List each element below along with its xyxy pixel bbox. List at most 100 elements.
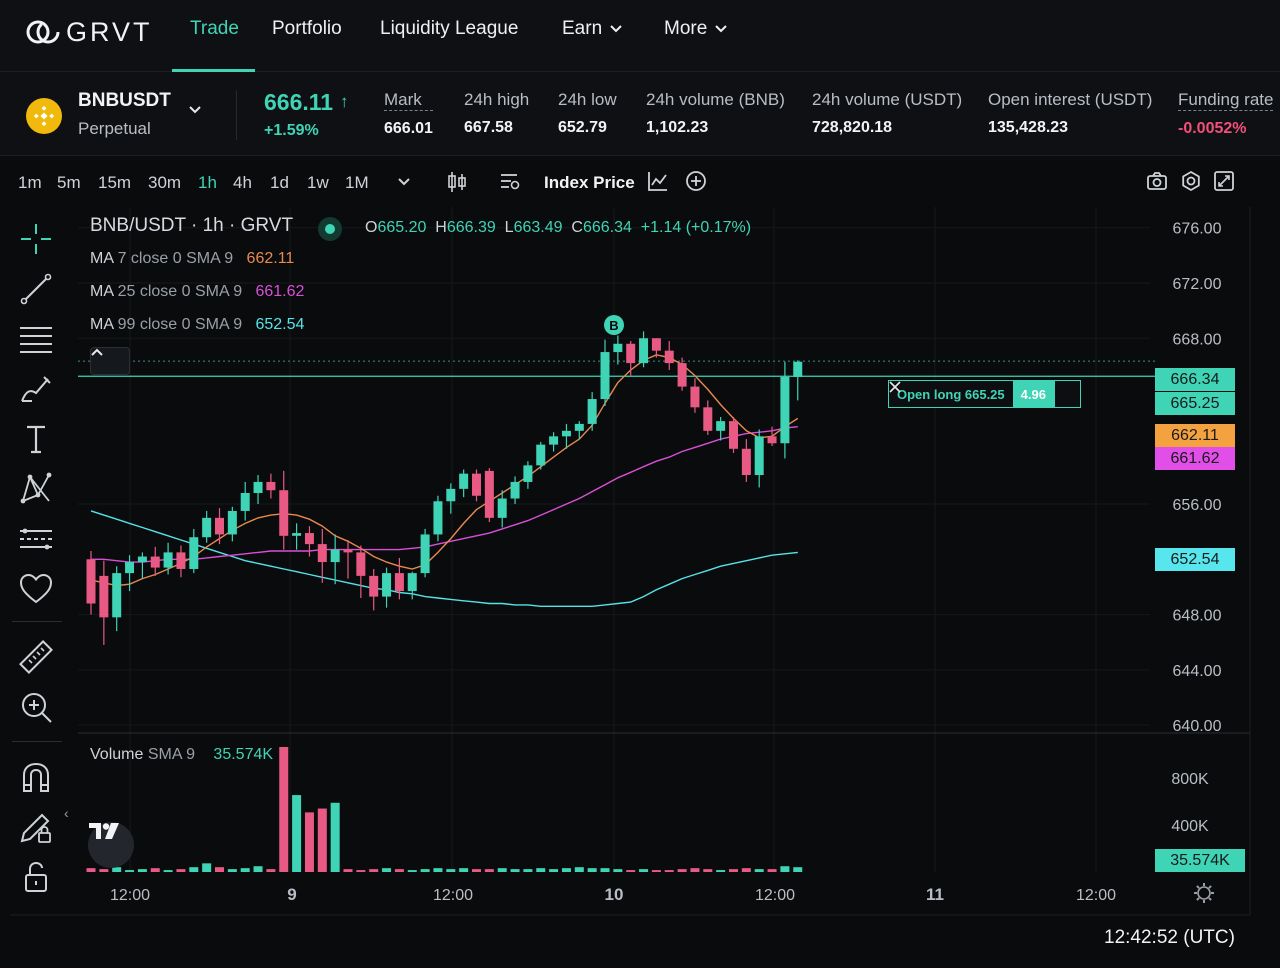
volume-bar bbox=[446, 869, 456, 872]
fullscreen-icon[interactable] bbox=[1213, 170, 1235, 192]
timeframe-1h[interactable]: 1h bbox=[198, 173, 217, 193]
candle-body bbox=[292, 533, 302, 536]
volume-bar bbox=[433, 868, 443, 872]
candle bbox=[536, 441, 546, 470]
candle bbox=[215, 508, 224, 545]
live-status-dot bbox=[318, 217, 342, 241]
index-price-button[interactable]: Index Price bbox=[544, 173, 635, 193]
candle-body bbox=[86, 559, 96, 604]
trend-line-icon[interactable] bbox=[18, 271, 54, 307]
candle-body bbox=[754, 436, 764, 476]
open-long-order-line[interactable]: Open long 665.25 4.96 bbox=[888, 380, 1081, 408]
horizontal-lines-icon[interactable] bbox=[18, 321, 54, 357]
volume-bar bbox=[356, 870, 366, 872]
nav-liquidity-league[interactable]: Liquidity League bbox=[380, 18, 518, 40]
timeframe-1d[interactable]: 1d bbox=[270, 173, 289, 193]
volume-bar bbox=[163, 870, 173, 872]
add-indicator-plus-icon[interactable] bbox=[685, 170, 707, 192]
stat-24h-volume-usdt: 24h volume (USDT) 728,820.18 bbox=[812, 90, 962, 137]
camera-icon[interactable] bbox=[1146, 170, 1168, 192]
gear-icon[interactable] bbox=[1180, 170, 1202, 192]
volume-bar bbox=[639, 869, 649, 872]
stat-24h-volume-bnb-label: 24h volume (BNB) bbox=[646, 90, 785, 109]
timeframe-30m[interactable]: 30m bbox=[148, 173, 181, 193]
collapse-legend-button[interactable] bbox=[90, 347, 130, 375]
stat-funding-rate-label[interactable]: Funding rate bbox=[1178, 90, 1274, 111]
close-order-icon[interactable] bbox=[889, 381, 1080, 407]
timeframe-15m[interactable]: 15m bbox=[98, 173, 131, 193]
ma25-legend[interactable]: MA 25 close 0 SMA 9 661.62 bbox=[90, 283, 304, 301]
top-navigation: GRVT Trade Portfolio Liquidity League Ea… bbox=[0, 0, 1280, 72]
unlock-icon[interactable] bbox=[18, 859, 54, 895]
axis-settings-gear-icon[interactable] bbox=[1194, 883, 1214, 903]
volume-bar bbox=[484, 869, 494, 872]
candle-body bbox=[240, 492, 250, 511]
timeframe-1m[interactable]: 1m bbox=[18, 173, 42, 193]
nav-earn[interactable]: Earn bbox=[562, 18, 622, 40]
candle-body bbox=[484, 470, 494, 518]
candle-body bbox=[549, 436, 559, 445]
volume-bar bbox=[497, 868, 507, 872]
candle-body bbox=[394, 573, 404, 592]
grvt-logo-icon bbox=[26, 20, 60, 44]
candlestick-type-icon[interactable] bbox=[447, 170, 467, 194]
symbol-dropdown-chevron-icon[interactable] bbox=[188, 105, 202, 115]
tradingview-logo[interactable] bbox=[88, 822, 134, 868]
nav-more[interactable]: More bbox=[664, 18, 728, 40]
candle-body bbox=[664, 350, 674, 364]
nav-trade[interactable]: Trade bbox=[190, 18, 239, 40]
heart-icon[interactable] bbox=[18, 571, 54, 607]
magnet-icon[interactable] bbox=[18, 759, 54, 795]
indicators-icon[interactable] bbox=[499, 170, 521, 192]
stat-24h-volume-usdt-label: 24h volume (USDT) bbox=[812, 90, 963, 109]
stat-mark-label[interactable]: Mark bbox=[384, 90, 433, 111]
crosshair-icon[interactable] bbox=[18, 221, 54, 257]
line-chart-icon[interactable] bbox=[647, 170, 669, 192]
stat-24h-high: 24h high 667.58 bbox=[464, 90, 529, 137]
text-tool-icon[interactable] bbox=[18, 421, 54, 457]
collapse-toolbar-arrow-icon[interactable]: ‹ bbox=[64, 805, 69, 821]
price-axis-label: 656.00 bbox=[1173, 497, 1222, 514]
zoom-in-icon[interactable] bbox=[18, 689, 54, 725]
ma7-legend[interactable]: MA 7 close 0 SMA 9 662.11 bbox=[90, 250, 294, 268]
brush-icon[interactable] bbox=[18, 371, 54, 407]
pattern-tool-icon[interactable] bbox=[18, 471, 54, 507]
timeframe-dropdown-chevron-icon[interactable] bbox=[397, 177, 411, 187]
candle bbox=[523, 461, 533, 489]
gear-ring bbox=[1197, 886, 1211, 900]
utc-clock[interactable]: 12:42:52 (UTC) bbox=[1104, 927, 1235, 949]
candle bbox=[407, 571, 417, 600]
timeframe-4h[interactable]: 4h bbox=[233, 173, 252, 193]
last-price: 666.11 bbox=[264, 89, 334, 115]
volume-bar bbox=[253, 866, 263, 872]
volume-bar bbox=[202, 863, 212, 872]
timeframe-1M[interactable]: 1M bbox=[345, 173, 369, 193]
candle-body bbox=[780, 376, 790, 444]
chevron-down-icon bbox=[715, 25, 728, 33]
timeframe-1w[interactable]: 1w bbox=[307, 173, 329, 193]
candle bbox=[754, 429, 764, 488]
ma99-legend[interactable]: MA 99 close 0 SMA 9 652.54 bbox=[90, 316, 304, 334]
volume-bar bbox=[227, 869, 237, 872]
ma99-value: 652.54 bbox=[255, 316, 305, 333]
volume-bar bbox=[369, 869, 379, 872]
price-chart[interactable]: B 676.00 672.00 668.00 656.00 648.00 644.00 64… bbox=[0, 207, 1280, 967]
forecast-tool-icon[interactable] bbox=[18, 521, 54, 557]
ruler-icon[interactable] bbox=[18, 639, 54, 675]
volume-bar bbox=[677, 869, 687, 872]
candle bbox=[330, 534, 340, 585]
price-tag-ma99: 652.54 bbox=[1155, 548, 1235, 571]
volume-bar bbox=[279, 747, 289, 872]
lock-drawing-pencil-icon[interactable] bbox=[18, 809, 54, 845]
candle bbox=[227, 506, 237, 542]
volume-legend[interactable]: Volume SMA 9 35.574K bbox=[90, 746, 273, 764]
ma99-label: MA bbox=[90, 316, 114, 333]
volume-bar bbox=[343, 869, 353, 872]
grvt-logo[interactable]: GRVT bbox=[26, 16, 153, 48]
stat-24h-volume-bnb-value: 1,102.23 bbox=[646, 119, 709, 136]
nav-portfolio[interactable]: Portfolio bbox=[272, 18, 342, 40]
timeframe-5m[interactable]: 5m bbox=[57, 173, 81, 193]
candle bbox=[433, 495, 443, 542]
candle-body bbox=[741, 448, 751, 476]
symbol-name[interactable]: BNBUSDT bbox=[78, 90, 171, 112]
